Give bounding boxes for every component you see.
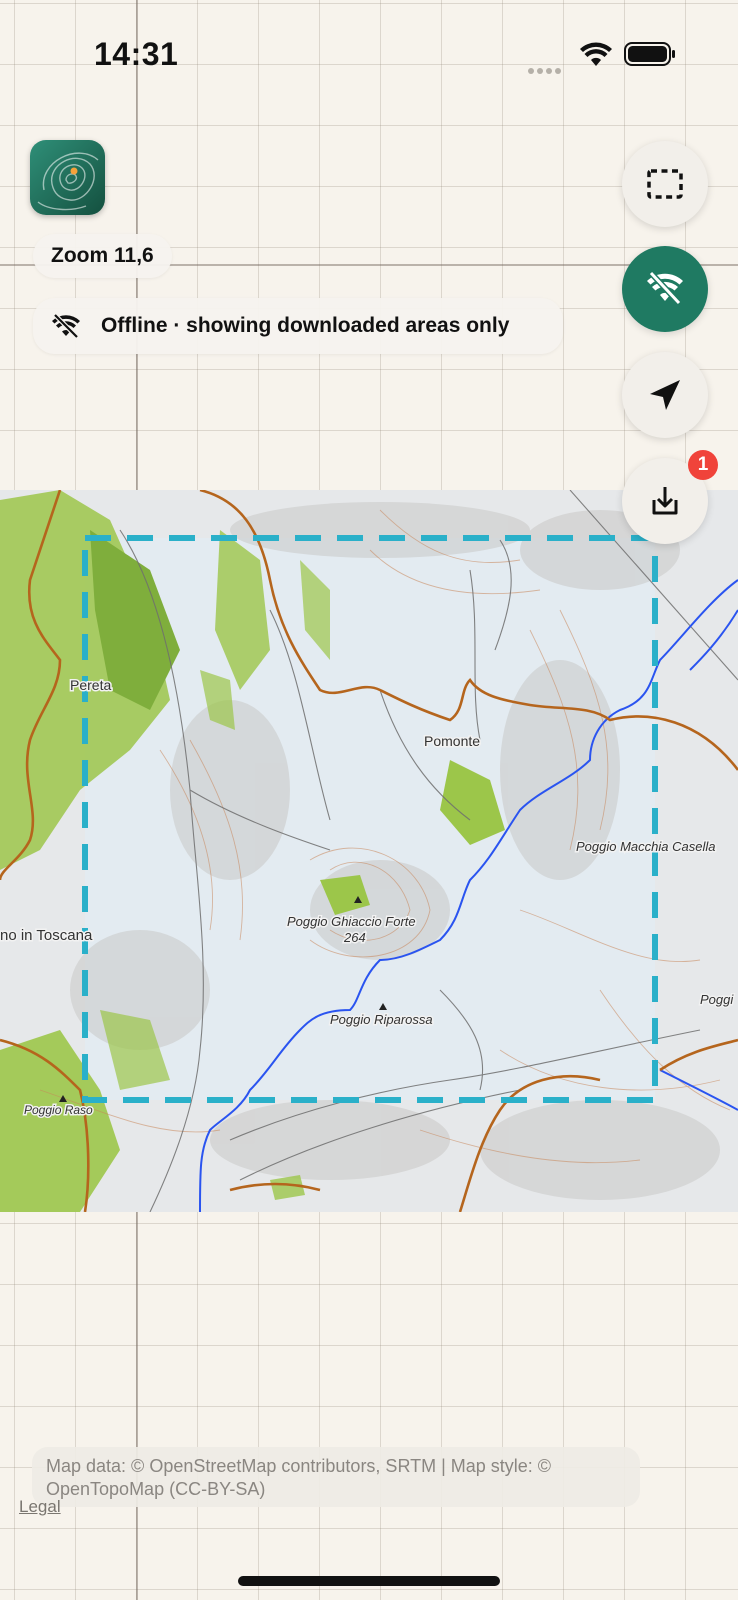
offline-banner-text: Offline · showing downloaded areas only — [101, 314, 510, 337]
wifi-icon — [580, 42, 612, 66]
map-label-elevation: 264 — [343, 930, 366, 945]
map-label-poggio-right: Poggi — [700, 992, 734, 1007]
location-arrow-icon — [650, 380, 680, 410]
map-label-poggio-raso: Poggio Raso — [24, 1103, 93, 1117]
legal-link[interactable]: Legal — [19, 1497, 61, 1517]
map-label-no-in-toscana: no in Toscana — [0, 927, 93, 944]
app-logo[interactable] — [30, 140, 105, 215]
map-label-poggio-macchia-casella: Poggio Macchia Casella — [576, 839, 715, 854]
select-area-button[interactable] — [622, 141, 708, 227]
dashed-selection-icon — [647, 169, 683, 199]
offline-banner: Offline · showing downloaded areas only — [33, 298, 563, 354]
wifi-off-icon — [647, 270, 683, 306]
battery-icon — [624, 42, 675, 66]
downloads-badge: 1 — [688, 450, 718, 480]
map-label-poggio-ghiaccio-forte: Poggio Ghiaccio Forte — [287, 914, 416, 929]
map-label-poggio-riparossa: Poggio Riparossa — [330, 1012, 433, 1027]
map-label-pomonte: Pomonte — [424, 733, 480, 749]
home-indicator[interactable] — [238, 1576, 500, 1586]
map-attribution: Map data: © OpenStreetMap contributors, … — [32, 1447, 640, 1507]
locate-me-button[interactable] — [622, 352, 708, 438]
map-label-pereta: Pereta — [70, 677, 111, 693]
status-time: 14:31 — [94, 36, 179, 72]
topo-map-logo-icon — [30, 140, 105, 215]
signal-dots — [528, 61, 568, 74]
offline-mode-toggle[interactable] — [622, 246, 708, 332]
download-tray-icon — [652, 487, 678, 515]
map-tile[interactable]: Pereta Pomonte Poggio Macchia Casella Po… — [0, 490, 738, 1212]
wifi-off-icon — [52, 313, 80, 339]
zoom-level-label: Zoom 11,6 — [33, 234, 172, 278]
